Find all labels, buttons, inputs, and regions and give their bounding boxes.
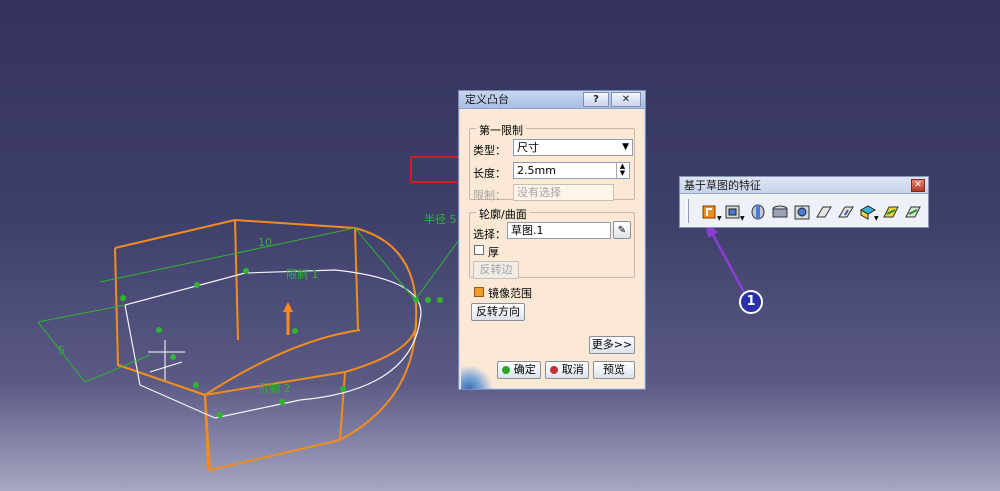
dimension-lines <box>37 224 471 383</box>
rib-icon[interactable] <box>814 202 834 222</box>
type-select[interactable]: 尺寸 ▼ <box>513 139 633 156</box>
limit-field: 没有选择 <box>513 184 614 201</box>
ok-green-dot-icon <box>502 366 511 374</box>
chevron-down-icon: ▼ <box>622 142 629 152</box>
length-input-value: 2.5mm <box>517 164 556 177</box>
cancel-button[interactable]: 取消 <box>545 361 589 379</box>
mirror-extent-label: 镜像范围 <box>488 287 532 300</box>
edit-sketch-icon: ✎ <box>617 225 627 236</box>
origin-axis <box>148 340 185 380</box>
spinner-icon[interactable]: ▲ ▼ <box>616 163 628 178</box>
direction-arrowhead <box>283 302 293 312</box>
removed-multi-sections-icon[interactable] <box>903 202 923 222</box>
combine-dropdown-icon[interactable]: ▼ <box>874 215 879 222</box>
cancel-label: 取消 <box>561 363 584 376</box>
toolbar-titlebar[interactable]: 基于草图的特征 <box>680 177 928 194</box>
reverse-direction-button[interactable]: 反转方向 <box>471 303 525 321</box>
limit2-label[interactable]: 限制 2 <box>258 382 291 395</box>
length-input[interactable]: 2.5mm ▲ ▼ <box>513 162 630 179</box>
select-label: 选择： <box>473 228 506 241</box>
dim-radius-text[interactable]: 半径 5 <box>424 212 457 226</box>
dialog-titlebar[interactable]: 定义凸台 ? ✕ <box>459 91 645 109</box>
multi-sections-solid-icon[interactable] <box>881 202 901 222</box>
dim-width-text[interactable]: 5 <box>58 344 65 357</box>
mirror-extent-checkbox[interactable] <box>474 287 484 297</box>
dim-length-text[interactable]: 10 <box>258 236 272 249</box>
preview-button[interactable]: 预览 <box>593 361 635 379</box>
ok-button[interactable]: 确定 <box>497 361 541 379</box>
slot-icon[interactable] <box>836 202 856 222</box>
cancel-red-dot-icon <box>550 366 559 374</box>
pad-solid-wireframe <box>114 218 418 472</box>
type-select-value: 尺寸 <box>517 141 539 154</box>
callout-1: 1 <box>739 290 763 314</box>
help-button[interactable]: ? <box>583 92 609 107</box>
dialog-title: 定义凸台 <box>465 93 509 106</box>
thick-label: 厚 <box>488 246 499 259</box>
limit1-label[interactable]: 限制 1 <box>286 268 319 281</box>
sketch-profile <box>124 269 422 419</box>
selection-field[interactable]: 草图.1 <box>507 222 611 239</box>
define-pad-dialog: 定义凸台 ? ✕ 第一限制 类型： 尺寸 ▼ 长度： 2.5mm ▲ ▼ 限制： … <box>458 90 646 390</box>
shaft-icon[interactable] <box>748 202 768 222</box>
sketch-based-features-toolbar: 基于草图的特征 ✕ ▼ ▼ ▼ <box>679 176 929 228</box>
toolbar-grip[interactable] <box>686 199 689 223</box>
edit-sketch-button[interactable]: ✎ <box>613 221 631 239</box>
hole-icon[interactable] <box>792 202 812 222</box>
close-button[interactable]: ✕ <box>611 92 641 107</box>
groove-icon[interactable] <box>770 202 790 222</box>
length-label: 长度： <box>473 167 506 180</box>
more-button[interactable]: 更多>> <box>589 336 635 354</box>
toolbar-close-button[interactable]: ✕ <box>911 179 925 192</box>
type-label: 类型： <box>473 144 506 157</box>
toolbar-title: 基于草图的特征 <box>684 179 761 192</box>
reverse-side-button[interactable]: 反转边 <box>473 261 519 279</box>
limit-label: 限制： <box>473 189 506 202</box>
first-limit-label: 第一限制 <box>476 122 526 138</box>
profile-surface-label: 轮廓/曲面 <box>476 206 530 222</box>
thick-checkbox[interactable] <box>474 245 484 255</box>
constraint-symbols <box>120 268 443 418</box>
ok-label: 确定 <box>513 363 536 376</box>
pocket-dropdown-icon[interactable]: ▼ <box>740 215 745 222</box>
pad-dropdown-icon[interactable]: ▼ <box>717 215 722 222</box>
